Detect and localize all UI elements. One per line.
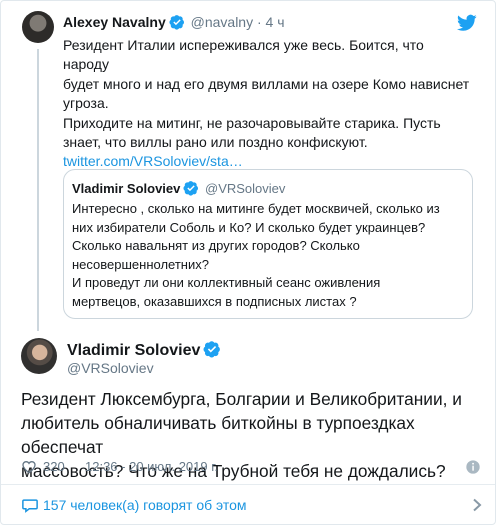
heart-icon[interactable] xyxy=(21,459,37,475)
text-line: угроза. xyxy=(63,95,109,112)
parent-tweet-header: Alexey Navalny @navalny · 4 ч xyxy=(63,13,285,31)
text-line: Сколько навальнят из других городов? Ско… xyxy=(72,238,360,254)
quoted-tweet-text: Интересно , сколько на митинге будет мос… xyxy=(72,200,464,312)
text-line: И проведут ли они коллективный сеанс ожи… xyxy=(72,275,381,291)
thread-connector xyxy=(37,49,39,331)
tweet-link[interactable]: twitter.com/VRSoloviev/sta… xyxy=(63,153,243,169)
tweet-card: Alexey Navalny @navalny · 4 ч Резидент И… xyxy=(0,0,496,525)
divider xyxy=(1,484,495,485)
text-line: Интересно , сколько на митинге будет мос… xyxy=(72,201,440,216)
tweet-time[interactable]: 4 ч xyxy=(266,14,285,30)
twitter-bird-icon[interactable] xyxy=(457,14,477,32)
like-count[interactable]: 320 xyxy=(43,457,65,477)
tweet-datetime[interactable]: 12:36 - 20 июл. 2019 г. xyxy=(85,457,218,477)
speech-bubble-icon xyxy=(22,499,38,513)
quoted-author-name[interactable]: Vladimir Soloviev xyxy=(72,181,180,196)
author-name[interactable]: Vladimir Soloviev xyxy=(67,342,200,359)
author-name[interactable]: Alexey Navalny xyxy=(63,14,166,30)
verified-badge-icon xyxy=(183,181,199,196)
separator-dot: · xyxy=(256,14,262,30)
text-line: несовершеннолетних? xyxy=(72,256,209,272)
text-line: мертвецов, оказавшихся в подписных листа… xyxy=(72,293,357,309)
tweet-meta: 320 12:36 - 20 июл. 2019 г. xyxy=(21,457,481,477)
parent-tweet-text: Резидент Италии испереживался уже весь. … xyxy=(63,36,473,172)
main-tweet-header: Vladimir Soloviev xyxy=(67,340,221,361)
text-line: Резидент Италии испереживался уже весь. … xyxy=(63,37,424,73)
text-line: Приходите на митинг, не разочаровывайте … xyxy=(63,114,441,131)
text-line: Резидент Люксембурга, Болгарии и Великоб… xyxy=(21,389,462,409)
chevron-right-icon[interactable] xyxy=(471,498,483,512)
avatar[interactable] xyxy=(21,338,57,374)
text-line: будет много и над его двумя виллами на о… xyxy=(63,75,470,92)
verified-badge-icon xyxy=(203,341,221,358)
text-line: любитель обналичивать биткойны в турпоез… xyxy=(21,413,415,457)
quoted-tweet-header: Vladimir Soloviev @VRSoloviev xyxy=(72,180,285,198)
avatar[interactable] xyxy=(22,11,54,43)
quoted-author-handle[interactable]: @VRSoloviev xyxy=(205,181,285,196)
talking-about-label: 157 человек(а) говорят об этом xyxy=(43,497,247,513)
author-handle[interactable]: @navalny xyxy=(191,14,253,30)
talking-about-link[interactable]: 157 человек(а) говорят об этом xyxy=(21,494,247,516)
text-line: знает, что виллы рано или поздно конфиск… xyxy=(63,134,368,151)
info-icon[interactable] xyxy=(465,459,481,475)
text-line: них избиратели Соболь и Ко? И сколько бу… xyxy=(72,219,426,235)
author-handle[interactable]: @VRSoloviev xyxy=(67,359,154,377)
parent-tweet[interactable]: Alexey Navalny @navalny · 4 ч Резидент И… xyxy=(1,1,495,331)
verified-badge-icon xyxy=(169,15,184,30)
quoted-tweet[interactable]: Vladimir Soloviev @VRSoloviev Интересно … xyxy=(63,169,473,319)
